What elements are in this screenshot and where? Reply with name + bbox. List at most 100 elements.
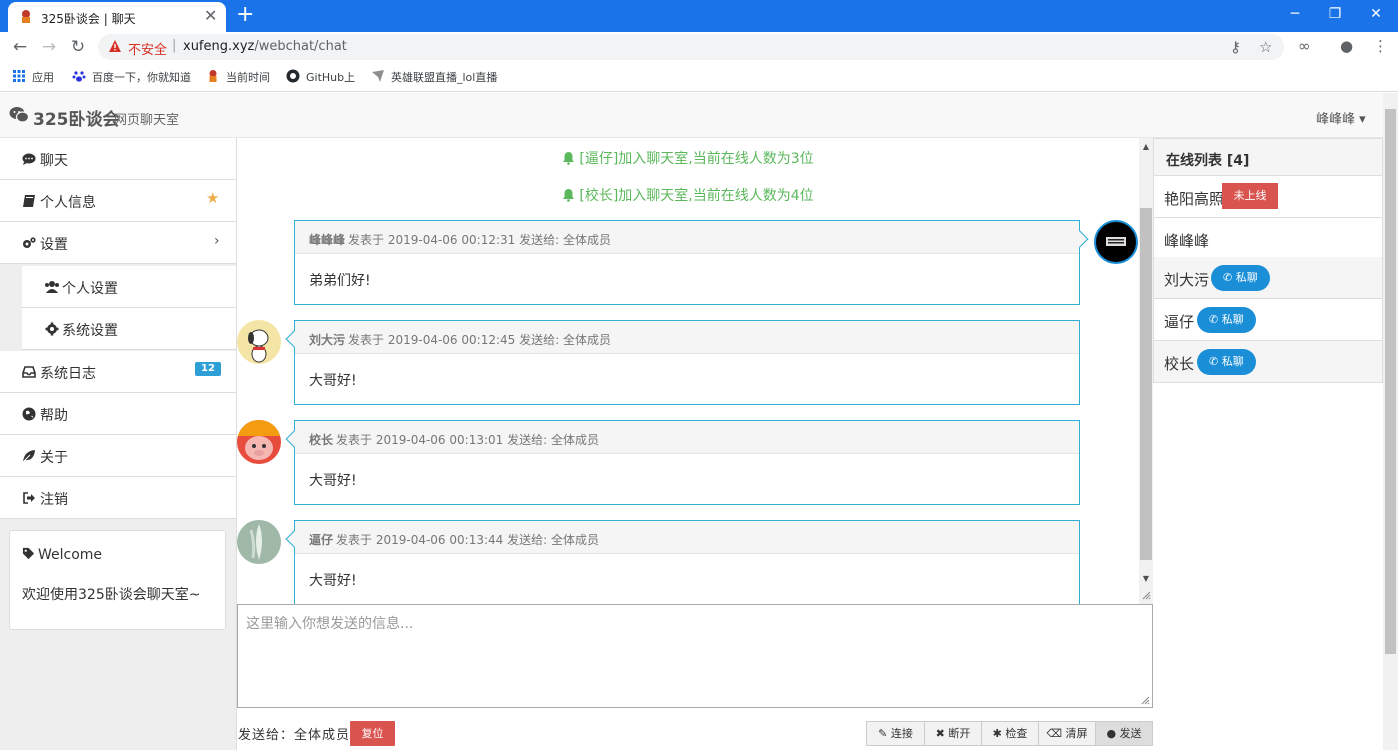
message-author: 峰峰峰 发表于 2019-04-06 00:12:31 发送给: 全体成员 <box>309 231 611 248</box>
baidu-paw-icon <box>72 71 86 82</box>
avatar-xiaozhang[interactable] <box>237 420 281 464</box>
site-favicon-icon <box>209 70 217 82</box>
bookmark-label: 应用 <box>32 71 54 84</box>
message-meta: 发表于 2019-04-06 00:13:44 发送给: 全体成员 <box>336 533 599 547</box>
check-button[interactable]: ✱ 检查 <box>982 722 1039 745</box>
profile-icon[interactable]: ● <box>1340 37 1353 55</box>
sidebar-item-about[interactable]: 关于 <box>0 435 236 477</box>
extension-infinity-icon[interactable]: ∞ <box>1298 37 1311 55</box>
bell-icon <box>563 189 575 202</box>
page-scrollbar[interactable] <box>1383 93 1398 750</box>
welcome-panel: Welcome 欢迎使用325卧谈会聊天室~ <box>9 530 226 630</box>
sidebar-item-label: 关于 <box>40 450 68 466</box>
sidebar-item-logout[interactable]: 注销 <box>0 477 236 519</box>
phone-icon: ✆ <box>1209 355 1219 368</box>
sidebar: 聊天 个人信息 ★ 设置 › 个人设置 系统设置 系统日志 12 帮助 关于 注… <box>0 138 237 750</box>
plug-icon: ✎ <box>878 727 888 740</box>
avatar-liudawu[interactable] <box>237 320 281 364</box>
insecure-label: 不安全 <box>128 43 168 58</box>
app-navbar: 325卧谈会 网页聊天室 峰峰峰 ▾ <box>0 93 1383 138</box>
button-label: 清屏 <box>1065 727 1088 740</box>
clear-button[interactable]: ⌫ 清屏 <box>1039 722 1096 745</box>
scroll-up-icon[interactable]: ▲ <box>1139 142 1153 151</box>
users-icon <box>45 281 59 293</box>
sidebar-item-personal-settings[interactable]: 个人设置 <box>22 266 236 308</box>
private-chat-button[interactable]: ✆ 私聊 <box>1211 265 1270 291</box>
author-name: 逼仔 <box>309 533 334 547</box>
bookmark-lol[interactable]: 英雄联盟直播_lol直播 <box>371 69 497 85</box>
author-name: 刘大污 <box>309 333 346 347</box>
sidebar-item-label: 系统设置 <box>62 323 118 339</box>
reset-button[interactable]: 复位 <box>350 721 395 746</box>
sidebar-item-system-log[interactable]: 系统日志 12 <box>0 351 236 393</box>
chat-scroll-thumb[interactable] <box>1140 208 1152 560</box>
online-user-row: 艳阳高照 未上线 <box>1154 176 1382 218</box>
message-meta: 发表于 2019-04-06 00:12:45 发送给: 全体成员 <box>348 333 611 347</box>
sidebar-item-system-settings[interactable]: 系统设置 <box>22 308 236 350</box>
browser-tabstrip: 325卧谈会 | 聊天 ✕ + ─ ❐ ✕ <box>0 0 1398 32</box>
back-icon[interactable]: ← <box>9 36 31 58</box>
sidebar-item-label: 聊天 <box>40 153 68 169</box>
scroll-down-icon[interactable]: ▼ <box>1139 574 1153 583</box>
message-input[interactable]: 这里输入你想发送的信息... <box>237 604 1153 708</box>
private-chat-button[interactable]: ✆ 私聊 <box>1197 307 1256 333</box>
sidebar-item-label: 注销 <box>40 492 68 508</box>
join-notice: [逼仔]加入聊天室,当前在线人数为3位 <box>237 148 1139 168</box>
sidebar-item-help[interactable]: 帮助 <box>0 393 236 435</box>
message-author: 刘大污 发表于 2019-04-06 00:12:45 发送给: 全体成员 <box>309 331 611 348</box>
avatar-bizai[interactable] <box>237 520 281 564</box>
new-tab-button[interactable]: + <box>236 3 254 27</box>
sign-out-icon <box>23 492 35 504</box>
bookmark-baidu[interactable]: 百度一下，你就知道 <box>72 69 191 85</box>
bookmark-time[interactable]: 当前时间 <box>206 69 270 85</box>
times-icon: ✖ <box>935 727 945 740</box>
send-button[interactable]: ● 发送 <box>1096 722 1152 745</box>
chat-message: 逼仔 发表于 2019-04-06 00:13:44 发送给: 全体成员 大哥好! <box>285 520 1080 604</box>
reload-icon[interactable]: ↻ <box>67 36 89 58</box>
button-label: 断开 <box>948 727 971 740</box>
browser-tab[interactable]: 325卧谈会 | 聊天 ✕ <box>8 2 226 32</box>
resize-grip-icon[interactable] <box>1140 695 1150 705</box>
page-scroll-thumb[interactable] <box>1385 109 1396 654</box>
site-favicon-icon <box>22 10 30 23</box>
resize-grip-icon[interactable] <box>1141 590 1151 600</box>
connect-button[interactable]: ✎ 连接 <box>867 722 925 745</box>
chat-window[interactable]: [逼仔]加入聊天室,当前在线人数为3位 [校长]加入聊天室,当前在线人数为4位 … <box>237 138 1139 604</box>
avatar-image <box>249 524 262 560</box>
trash-icon: ⌫ <box>1046 727 1063 740</box>
lol-live-icon <box>372 70 384 82</box>
browser-toolbar: ← → ↻ 不安全 | xufeng.xyz/webchat/chat ⚷ ☆ … <box>0 32 1398 62</box>
address-bar[interactable]: 不安全 | xufeng.xyz/webchat/chat ⚷ ☆ <box>98 34 1284 60</box>
key-icon[interactable]: ⚷ <box>1230 38 1241 56</box>
private-chat-button[interactable]: ✆ 私聊 <box>1197 349 1256 375</box>
avatar-image <box>237 420 281 460</box>
bookmark-apps[interactable]: 应用 <box>12 69 54 85</box>
message-text: 大哥好! <box>309 373 357 389</box>
avatar-self[interactable] <box>1094 220 1138 264</box>
comment-icon <box>22 153 36 165</box>
sidebar-item-settings[interactable]: 设置 › <box>0 222 236 264</box>
welcome-text: 欢迎使用325卧谈会聊天室~ <box>22 587 201 603</box>
sidebar-item-profile[interactable]: 个人信息 ★ <box>0 180 236 222</box>
message-header: 校长 发表于 2019-04-06 00:13:01 发送给: 全体成员 <box>295 421 1079 454</box>
maximize-icon[interactable]: ❐ <box>1315 4 1355 24</box>
message-header: 刘大污 发表于 2019-04-06 00:12:45 发送给: 全体成员 <box>295 321 1079 354</box>
forward-icon[interactable]: → <box>38 36 60 58</box>
bookmark-github[interactable]: GitHub上 <box>286 69 355 85</box>
minimize-icon[interactable]: ─ <box>1275 4 1315 24</box>
chat-scrollbar[interactable]: ▲ ▼ <box>1139 138 1153 604</box>
window-close-icon[interactable]: ✕ <box>1356 4 1396 24</box>
bug-icon: ✱ <box>992 727 1002 740</box>
button-label: 连接 <box>890 727 913 740</box>
notice-text: [逼仔]加入聊天室,当前在线人数为3位 <box>579 151 814 167</box>
tab-close-icon[interactable]: ✕ <box>204 7 217 25</box>
bookmark-label: 百度一下，你就知道 <box>92 71 191 84</box>
bookmark-star-icon[interactable]: ☆ <box>1259 38 1272 56</box>
brand-title[interactable]: 325卧谈会 <box>33 105 120 130</box>
online-user-row: 峰峰峰 <box>1154 218 1382 260</box>
disconnect-button[interactable]: ✖ 断开 <box>925 722 982 745</box>
url-path: /webchat/chat <box>254 39 347 54</box>
sidebar-item-chat[interactable]: 聊天 <box>0 138 236 180</box>
browser-menu-icon[interactable]: ⋮ <box>1373 37 1388 55</box>
user-dropdown[interactable]: 峰峰峰 ▾ <box>1316 108 1366 127</box>
